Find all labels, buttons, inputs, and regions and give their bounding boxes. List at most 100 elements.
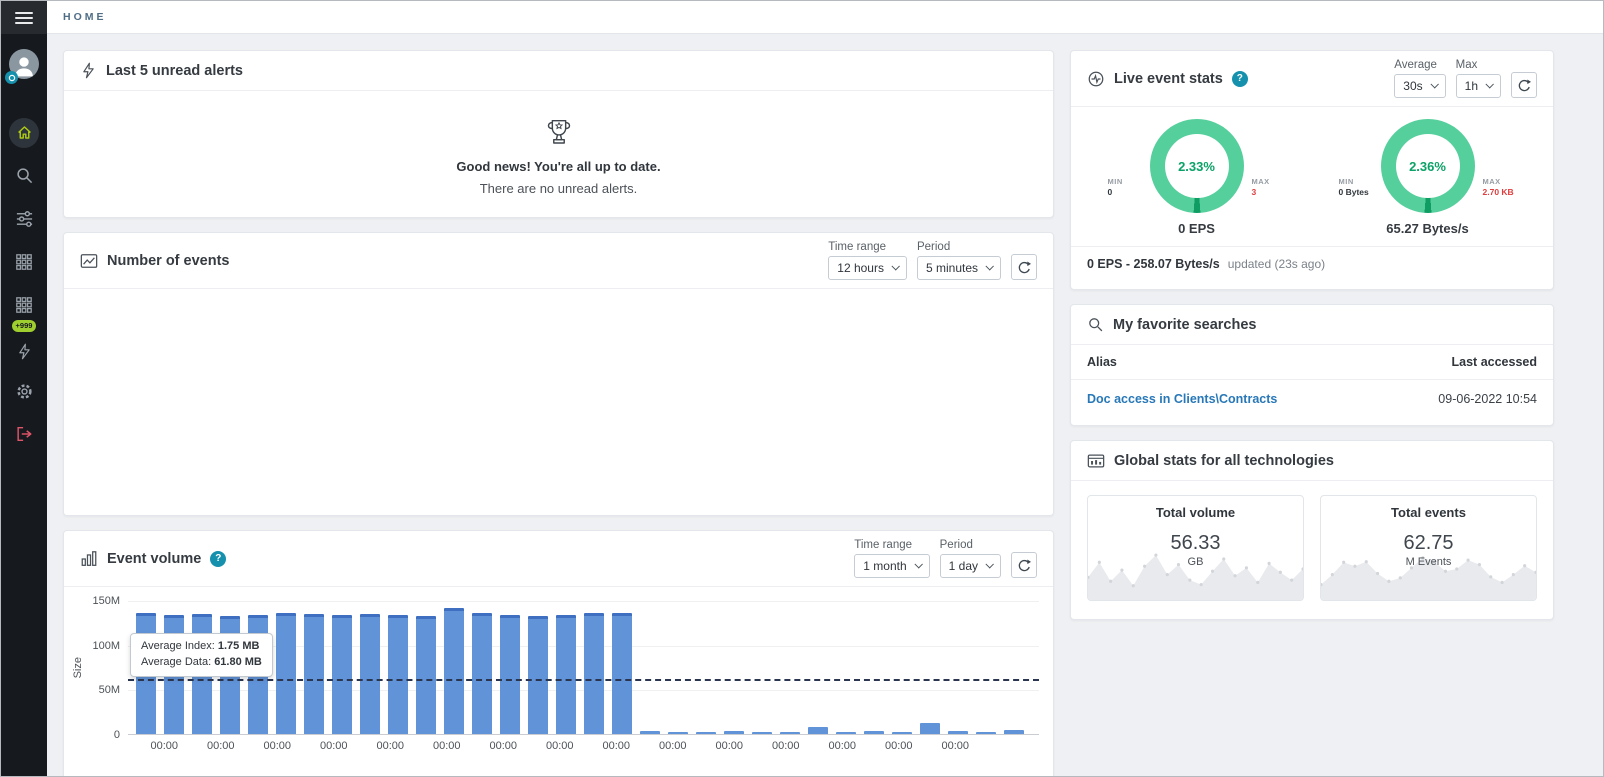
period-select[interactable]: 1 day	[940, 554, 1001, 578]
bar[interactable]	[1004, 730, 1024, 734]
bar[interactable]	[808, 727, 828, 734]
bar[interactable]	[360, 614, 380, 734]
chevron-down-icon	[985, 560, 993, 568]
refresh-button[interactable]	[1011, 552, 1037, 578]
live-event-stats-card: Live event stats ? Average 30s Max	[1070, 50, 1554, 290]
bar[interactable]	[668, 732, 688, 734]
time-range-select[interactable]: 1 month	[854, 554, 929, 578]
tile-title: Total volume	[1088, 496, 1303, 520]
max-label: MAX	[1483, 177, 1517, 186]
number-of-events-chart-area	[64, 289, 1053, 515]
time-range-control: Time range 12 hours	[828, 241, 907, 280]
home-icon-halo	[9, 118, 39, 148]
bytes-min: MIN 0 Bytes	[1339, 177, 1373, 213]
average-line	[128, 679, 1039, 681]
tooltip-value: 61.80 MB	[214, 656, 262, 668]
event-volume-card: Event volume ? Time range 1 month Period	[63, 530, 1054, 776]
sidebar-item-alerts[interactable]	[1, 334, 47, 370]
bar[interactable]	[976, 732, 996, 734]
eps-caption: 0 EPS	[1081, 221, 1312, 236]
x-tick: 00:00	[758, 740, 815, 752]
average-control: Average 30s	[1394, 59, 1445, 98]
bar[interactable]	[500, 615, 520, 734]
bar[interactable]	[752, 732, 772, 734]
y-tick: 50M	[99, 684, 120, 696]
x-tick: 00:00	[306, 740, 363, 752]
x-tick: 00:00	[362, 740, 419, 752]
bar[interactable]	[948, 731, 968, 734]
bar[interactable]	[864, 731, 884, 734]
x-tick: 00:00	[136, 740, 193, 752]
bar[interactable]	[528, 616, 548, 734]
x-tick: 00:00	[871, 740, 928, 752]
y-axis-label: Size	[72, 657, 86, 678]
bar[interactable]	[920, 723, 940, 734]
event-volume-chart: Size 150M100M50M0 Average Index: 1.75 MB…	[64, 587, 1053, 752]
bar[interactable]	[640, 731, 660, 734]
bar[interactable]	[584, 613, 604, 734]
bar[interactable]	[332, 615, 352, 734]
bar[interactable]	[416, 616, 436, 734]
sidebar-item-home[interactable]	[1, 111, 47, 154]
x-tick: 00:00	[532, 740, 589, 752]
bar[interactable]	[724, 731, 744, 734]
period-select[interactable]: 5 minutes	[917, 256, 1001, 280]
x-tick: 00:00	[419, 740, 476, 752]
sidebar-item-filters[interactable]	[1, 197, 47, 240]
bar[interactable]	[472, 613, 492, 734]
grid-icon	[15, 296, 33, 314]
donut-captions: 0 EPS 65.27 Bytes/s	[1071, 213, 1553, 246]
refresh-button[interactable]	[1511, 72, 1537, 98]
eps-min: MIN 0	[1108, 177, 1142, 213]
number-of-events-card: Number of events Time range 12 hours Per…	[63, 232, 1054, 516]
search-icon	[1087, 316, 1104, 333]
card-title: Live event stats	[1114, 71, 1223, 87]
max-select[interactable]: 1h	[1456, 74, 1501, 98]
bar[interactable]	[836, 732, 856, 734]
y-tick: 0	[114, 729, 120, 741]
refresh-icon	[1517, 78, 1532, 93]
menu-button[interactable]	[1, 1, 47, 34]
x-axis-labels: 00:0000:0000:0000:0000:0000:0000:0000:00…	[136, 735, 1039, 752]
bar[interactable]	[780, 732, 800, 734]
bar[interactable]	[556, 615, 576, 734]
table-row[interactable]: Doc access in Clients\Contracts 09-06-20…	[1071, 380, 1553, 418]
unread-alerts-card: Last 5 unread alerts Good news! You'	[63, 50, 1054, 218]
sidebar-item-search[interactable]	[1, 154, 47, 197]
period-value: 1 day	[949, 559, 978, 573]
favorite-searches-card: My favorite searches Alias Last accessed…	[1070, 304, 1554, 426]
total-volume-tile: Total volume 56.33 GB	[1087, 495, 1304, 601]
help-icon[interactable]: ?	[1232, 71, 1248, 87]
bar[interactable]	[304, 614, 324, 734]
number-of-events-header: Number of events Time range 12 hours Per…	[64, 233, 1053, 289]
average-select[interactable]: 30s	[1394, 74, 1445, 98]
bar[interactable]	[388, 615, 408, 734]
avatar[interactable]	[9, 49, 39, 79]
time-range-select[interactable]: 12 hours	[828, 256, 907, 280]
max-value: 2.70 KB	[1483, 187, 1517, 197]
time-range-label: Time range	[828, 241, 907, 253]
eps-donut-chart: 2.33%	[1150, 119, 1244, 213]
trophy-icon	[540, 114, 578, 152]
sidebar-item-settings[interactable]	[1, 370, 47, 413]
x-tick: 00:00	[475, 740, 532, 752]
bar-chart-icon	[80, 550, 98, 568]
bar[interactable]	[444, 608, 464, 734]
sidebar-item-logout[interactable]	[1, 413, 47, 456]
lightning-icon	[80, 62, 97, 79]
sidebar-item-apps[interactable]	[1, 240, 47, 283]
y-axis-ticks: 150M100M50M0	[86, 601, 128, 735]
bar[interactable]	[276, 613, 296, 734]
help-icon[interactable]: ?	[210, 551, 226, 567]
refresh-button[interactable]	[1011, 254, 1037, 280]
time-range-value: 1 month	[863, 559, 906, 573]
chevron-down-icon	[1485, 80, 1493, 88]
bar[interactable]	[892, 732, 912, 734]
y-tick: 150M	[92, 595, 120, 607]
breadcrumb[interactable]: HOME	[63, 11, 107, 23]
bar[interactable]	[612, 613, 632, 734]
favorite-search-link[interactable]: Doc access in Clients\Contracts	[1087, 392, 1277, 406]
time-range-value: 12 hours	[837, 261, 884, 275]
period-control: Period 1 day	[940, 539, 1001, 578]
bar[interactable]	[696, 732, 716, 734]
